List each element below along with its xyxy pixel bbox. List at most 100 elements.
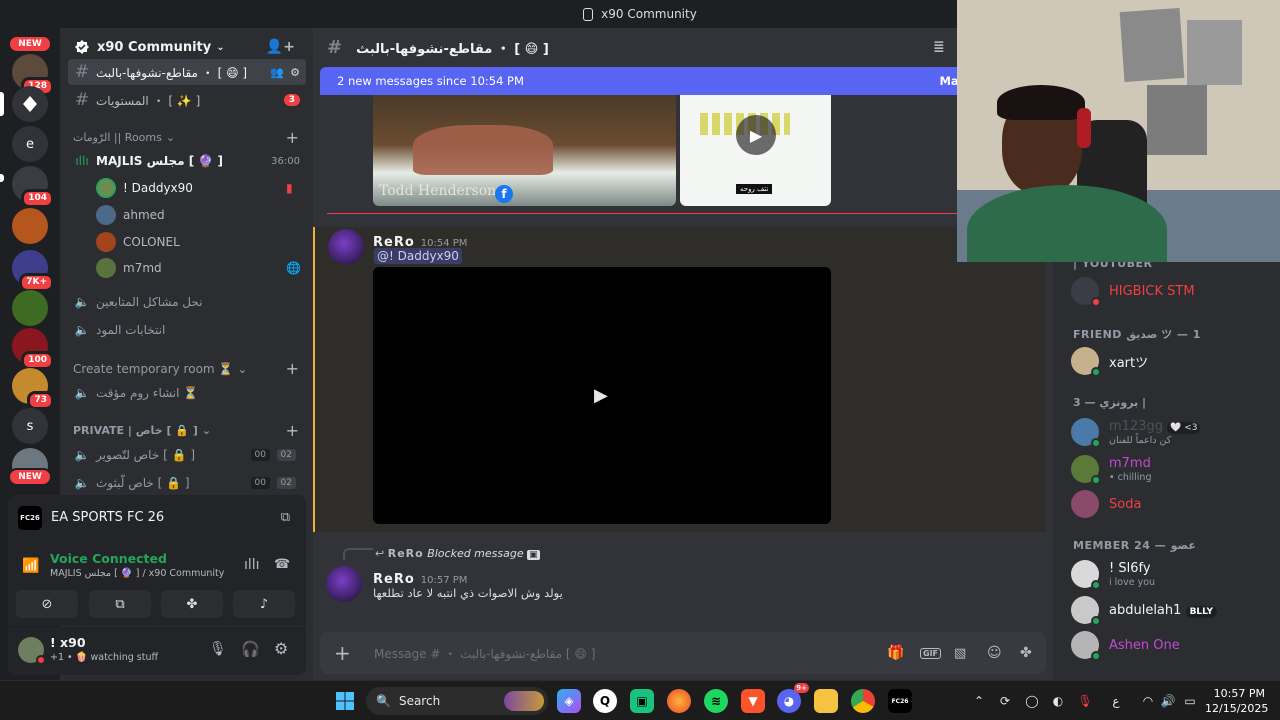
voice-user[interactable]: ! Daddyx90 ▮ <box>96 176 293 200</box>
share-screen-button[interactable]: ⧉ <box>89 590 151 618</box>
server-icon-6[interactable] <box>12 290 48 326</box>
avatar[interactable] <box>326 566 362 602</box>
soundboard-icon[interactable]: ıllı <box>244 557 260 573</box>
file-explorer-icon[interactable] <box>814 689 838 713</box>
taskbar-search[interactable]: 🔍 Search <box>366 687 548 715</box>
emoji-icon[interactable]: ☺ <box>987 645 1002 661</box>
server-icon-8[interactable]: 73 <box>12 368 54 410</box>
channel-levels[interactable]: # المستويات ・ [ ✨ ] 3 <box>68 87 306 113</box>
member-item[interactable]: abdulelah1 BLLY <box>1071 592 1218 628</box>
voice-user[interactable]: ahmed <box>96 203 165 227</box>
mic-icon[interactable]: 🎙 <box>1077 693 1093 709</box>
voice-channel-private-1[interactable]: 🔈 خاص لتّصوير [ 🔒 ] 00 02 <box>68 442 306 468</box>
wifi-icon[interactable]: ◠ <box>1140 693 1156 709</box>
voice-channel-3[interactable]: 🔈 انتخابات المود <box>68 317 306 343</box>
activity-bar[interactable]: FC26 EA SPORTS FC 26 ⧉ <box>8 495 306 540</box>
headphone <box>1077 108 1091 148</box>
steam-icon[interactable]: ◐ <box>1050 693 1066 709</box>
server-icon-x90[interactable] <box>12 86 48 122</box>
server-icon-1[interactable]: 128 <box>12 54 54 96</box>
clock[interactable]: 10:57 PM 12/15/2025 <box>1205 686 1268 716</box>
voice-user[interactable]: COLONEL <box>96 230 180 254</box>
language-indicator[interactable]: ع <box>1108 693 1124 709</box>
windows-start-icon[interactable] <box>333 689 357 713</box>
fc26-icon[interactable]: FC26 <box>888 689 912 713</box>
volume-icon[interactable]: 🔊 <box>1160 693 1176 709</box>
screen-share-icon[interactable]: ⧉ <box>281 510 290 525</box>
discord-icon[interactable]: ◕ 9+ <box>777 683 809 713</box>
settings-icon[interactable]: ⚙ <box>290 66 300 79</box>
soundboard-button[interactable]: ♪ <box>233 590 295 618</box>
play-icon[interactable]: ▶ <box>594 385 608 406</box>
server-icon-7[interactable]: 100 <box>12 328 54 370</box>
settings-icon[interactable]: ⚙ <box>274 639 288 658</box>
add-channel-icon[interactable]: + <box>286 359 299 378</box>
member-item[interactable]: Ashen One <box>1071 627 1180 663</box>
avatar <box>1071 347 1101 377</box>
play-icon[interactable]: ▶ <box>736 115 776 155</box>
user-status: +1 • 🍿 watching stuff <box>50 652 159 663</box>
threads-icon[interactable]: ≣ <box>933 39 945 55</box>
voice-user[interactable]: m7md 🌐 <box>96 256 301 280</box>
activities-button[interactable]: ✤ <box>161 590 223 618</box>
tray-icon[interactable]: ◯ <box>1024 693 1040 709</box>
speaker-icon: 🔈 <box>74 386 90 400</box>
server-icon-4[interactable] <box>12 208 48 244</box>
gift-icon[interactable]: 🎁 <box>887 645 904 661</box>
sticker-icon[interactable]: ▧ <box>954 646 966 661</box>
member-item[interactable]: m7md • chilling <box>1071 451 1151 487</box>
mic-icon[interactable]: 🎙 <box>209 641 227 657</box>
new-messages-bar[interactable]: 2 new messages since 10:54 PM Mark <box>320 67 972 95</box>
add-attachment-icon[interactable]: + <box>334 641 356 665</box>
member-item[interactable]: m123gg 🤍 <3 كن داعماً للفنان <box>1071 414 1201 450</box>
message-input[interactable]: Message # ・ مقاطع-نشوفها-بالبث [ 😄 ] <box>374 645 595 662</box>
invite-icon[interactable]: 👤+ <box>266 39 295 55</box>
disconnect-icon[interactable]: ☎ <box>274 557 290 572</box>
add-channel-icon[interactable]: + <box>286 421 299 440</box>
video-player[interactable]: ▶ <box>373 267 831 524</box>
category-temp[interactable]: Create temporary room ⏳ ⌄ <box>73 362 247 376</box>
apps-icon[interactable]: ✤ <box>1020 645 1032 661</box>
copilot-icon[interactable]: ◈ <box>557 689 581 713</box>
headphones-icon[interactable]: 🎧 <box>241 640 260 658</box>
spotify-icon[interactable]: ≋ <box>704 689 728 713</box>
chevron-up-icon[interactable]: ⌃ <box>971 693 987 709</box>
server-icon-e[interactable]: e <box>12 126 48 162</box>
app-icon[interactable]: Q <box>593 689 617 713</box>
video-attachment-2[interactable]: ▶ تتف روحه <box>680 95 831 206</box>
server-icon-3[interactable]: 104 <box>12 166 54 208</box>
category-private[interactable]: PRIVATE | خاص [ 🔒 ] ⌄ <box>73 424 211 437</box>
gif-icon[interactable]: GIF <box>920 647 942 659</box>
voice-channel-private-2[interactable]: 🔈 خاص لّبثوث [ 🔒 ] 00 02 <box>68 470 306 496</box>
server-icon-s[interactable]: s <box>12 408 48 444</box>
avatar[interactable] <box>328 229 364 265</box>
member-item[interactable]: HIGBICK STM <box>1071 273 1195 309</box>
camera-off-button[interactable]: ⊘ <box>16 590 78 618</box>
signal-icon[interactable]: 📶 <box>22 558 39 574</box>
voice-channel-temp[interactable]: 🔈 انشاء روم مؤقت ⏳ <box>68 380 306 406</box>
video-attachment-1[interactable]: Todd Henderson f <box>373 95 676 206</box>
voice-channel-majlis[interactable]: ıllı MAJLIS مجلس [ 🔮 ] 36:00 <box>68 148 306 174</box>
battery-icon[interactable]: ▭ <box>1182 693 1198 709</box>
reply-preview[interactable]: ↩ ReRo Blocked message ▣ <box>375 547 540 560</box>
member-item[interactable]: ! Sl6fy i love you <box>1071 556 1155 592</box>
add-member-icon[interactable]: 👥 <box>270 66 284 79</box>
sync-icon[interactable]: ⟳ <box>997 693 1013 709</box>
member-item[interactable]: Soda <box>1071 486 1141 522</box>
chrome-icon[interactable] <box>851 689 875 713</box>
category-rooms[interactable]: الرّومات || Rooms ⌄ <box>73 131 175 144</box>
voice-location[interactable]: MAJLIS مجلس [ 🔮 ] / x90 Community <box>50 568 224 579</box>
member-item[interactable]: xartツ <box>1071 343 1148 379</box>
speaker-icon: 🔈 <box>74 476 90 490</box>
user-name[interactable]: ! x90 <box>50 635 86 650</box>
channel-videos[interactable]: # مقاطع-نشوفها-بالبث ・ [ 😄 ] ⚙ 👥 <box>68 59 306 85</box>
server-icon-5[interactable]: 7K+ <box>12 250 54 292</box>
add-channel-icon[interactable]: + <box>286 128 299 147</box>
firefox-icon[interactable] <box>667 689 691 713</box>
app-icon[interactable]: ▣ <box>630 689 654 713</box>
author-name[interactable]: ReRo <box>373 572 415 587</box>
avatar[interactable] <box>18 637 46 665</box>
mention[interactable]: @! Daddyx90 <box>374 248 462 264</box>
brave-icon[interactable]: ▼ <box>741 689 765 713</box>
voice-channel-2[interactable]: 🔈 نحل مشاكل المتابعين <box>68 289 306 315</box>
